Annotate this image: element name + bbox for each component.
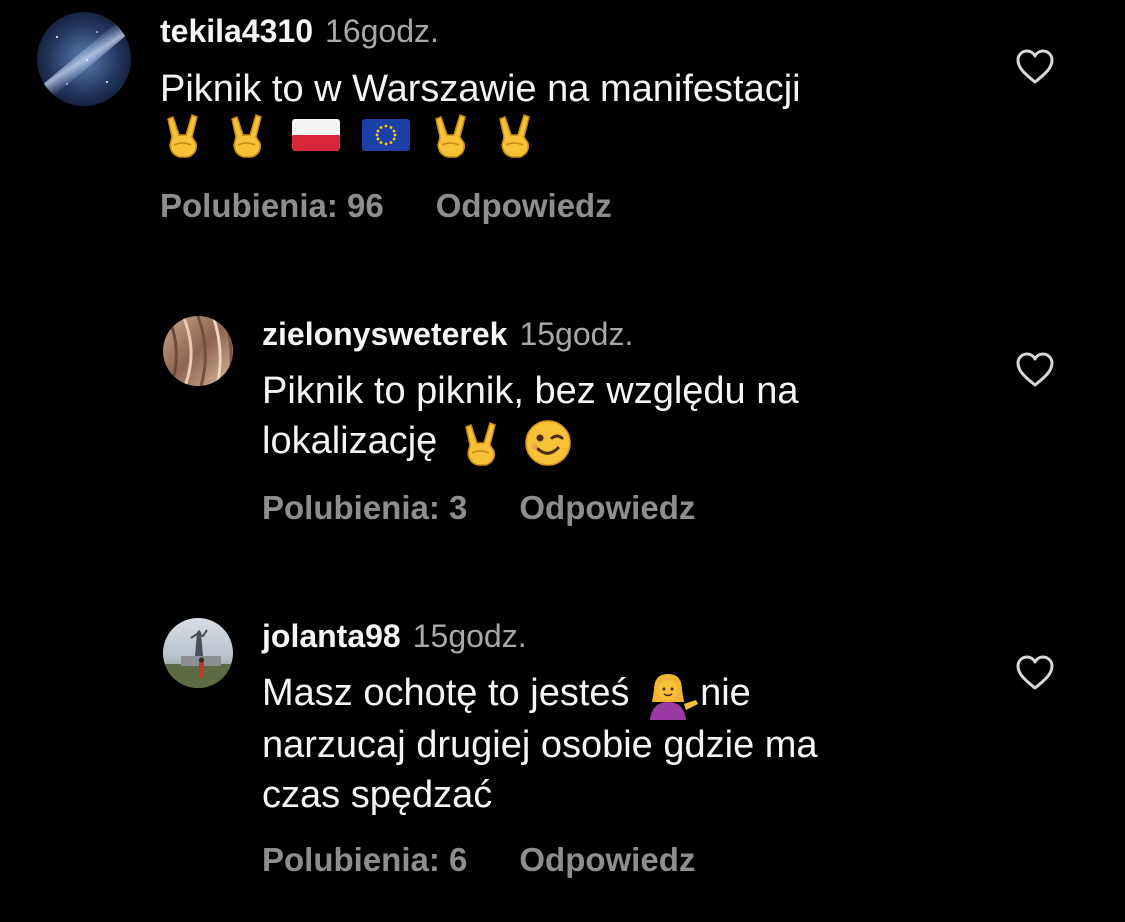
- avatar[interactable]: [37, 12, 131, 106]
- comment-actions: Polubienia: 96 Odpowiedz: [160, 187, 612, 225]
- reply-button[interactable]: Odpowiedz: [436, 187, 612, 224]
- avatar[interactable]: [163, 618, 233, 688]
- avatar[interactable]: [163, 316, 233, 386]
- timestamp: 15godz.: [412, 618, 527, 654]
- eu-flag-icon: [362, 118, 410, 156]
- comment-actions: Polubienia: 3 Odpowiedz: [262, 489, 695, 527]
- comment-item: tekila4310 16godz. Piknik to w Warszawie …: [0, 0, 1125, 250]
- victory-hand-icon: [432, 111, 474, 164]
- comment-text-line: Masz ochotę to jesteś nie: [262, 668, 818, 720]
- victory-hand-icon: [228, 111, 270, 164]
- username-link[interactable]: tekila4310: [160, 13, 313, 49]
- heart-icon[interactable]: [1015, 351, 1055, 389]
- likes-count-button[interactable]: Polubienia: 96: [160, 187, 384, 224]
- emoji-line: [164, 112, 538, 162]
- comment-text-line: czas spędzać: [262, 773, 493, 816]
- victory-hand-icon: [462, 419, 504, 467]
- comment-text-line: narzucaj drugiej osobie gdzie ma: [262, 723, 818, 766]
- comment-actions: Polubienia: 6 Odpowiedz: [262, 841, 695, 879]
- victory-hand-icon: [164, 111, 206, 164]
- comment-text-line: lokalizację: [262, 416, 799, 467]
- comment-header: tekila4310 16godz.: [160, 13, 439, 49]
- comment-item: jolanta98 15godz. Masz ochotę to jesteś n…: [0, 604, 1125, 922]
- comment-item: zielonysweterek 15godz. Piknik to piknik,…: [0, 300, 1125, 550]
- comment-text: Piknik to piknik, bez względu na lokaliz…: [262, 366, 799, 467]
- likes-count-button[interactable]: Polubienia: 6: [262, 841, 467, 878]
- winking-face-icon: [524, 419, 572, 467]
- victory-hand-icon: [496, 111, 538, 164]
- heart-icon[interactable]: [1015, 654, 1055, 692]
- reply-button[interactable]: Odpowiedz: [519, 841, 695, 878]
- tipping-hand-woman-icon: [644, 670, 700, 720]
- reply-button[interactable]: Odpowiedz: [519, 489, 695, 526]
- username-link[interactable]: zielonysweterek: [262, 316, 507, 352]
- comment-text: Piknik to w Warszawie na manifestacji: [160, 64, 801, 114]
- username-link[interactable]: jolanta98: [262, 618, 401, 654]
- timestamp: 15godz.: [519, 316, 634, 352]
- likes-count-button[interactable]: Polubienia: 3: [262, 489, 467, 526]
- comment-text-line: Piknik to piknik, bez względu na: [262, 370, 799, 412]
- comment-text: Masz ochotę to jesteś nie narzucaj drugi…: [262, 668, 818, 820]
- poland-flag-icon: [292, 118, 340, 156]
- heart-icon[interactable]: [1015, 48, 1055, 86]
- comment-header: zielonysweterek 15godz.: [262, 316, 633, 352]
- comment-text-line: Piknik to w Warszawie na manifestacji: [160, 68, 801, 110]
- timestamp: 16godz.: [325, 13, 439, 49]
- comment-header: jolanta98 15godz.: [262, 618, 527, 654]
